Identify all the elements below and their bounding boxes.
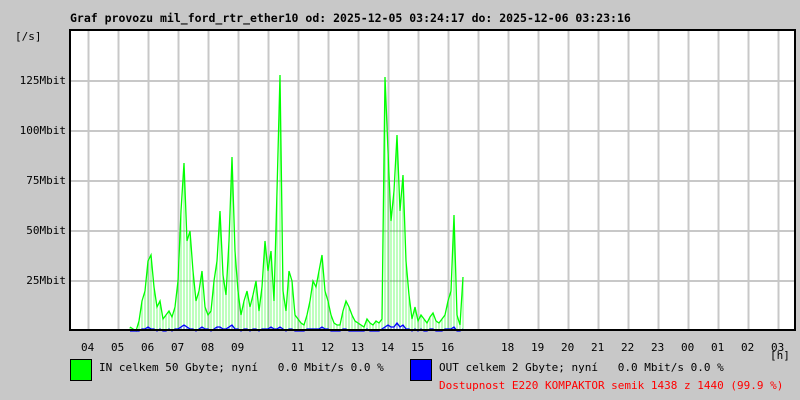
y-tick-label: 125Mbit: [19, 74, 66, 87]
x-tick-label: 01: [711, 341, 725, 354]
x-tick-label: 04: [81, 341, 95, 354]
x-tick-label: 21: [591, 341, 605, 354]
y-tick-label: 50Mbit: [26, 224, 66, 237]
x-tick-label: 02: [741, 341, 755, 354]
x-tick-label: 05: [111, 341, 125, 354]
availability-text: Dostupnost E220 KOMPAKTOR semik 1438 z 1…: [439, 379, 784, 392]
traffic-graph: Graf provozu mil_ford_rtr_ether10 od: 20…: [0, 0, 800, 400]
y-tick-label: 75Mbit: [26, 174, 66, 187]
x-tick-label: 22: [621, 341, 635, 354]
x-tick-label: 20: [561, 341, 575, 354]
x-tick-label: 12: [321, 341, 335, 354]
x-tick-label: 18: [501, 341, 515, 354]
x-axis-unit: [h]: [770, 349, 790, 362]
legend-in-swatch: [70, 359, 92, 381]
x-tick-label: 16: [441, 341, 455, 354]
x-tick-label: 11: [291, 341, 305, 354]
x-tick-label: 15: [411, 341, 425, 354]
x-tick-label: 19: [531, 341, 545, 354]
x-tick-label: 06: [141, 341, 155, 354]
legend-in-text: IN celkem 50 Gbyte; nyní 0.0 Mbit/s 0.0 …: [99, 361, 384, 374]
chart-plot: [69, 29, 796, 333]
y-tick-label: 100Mbit: [19, 124, 66, 137]
legend-out-text: OUT celkem 2 Gbyte; nyní 0.0 Mbit/s 0.0 …: [439, 361, 724, 374]
x-tick-label: 14: [381, 341, 395, 354]
y-tick-label: 25Mbit: [26, 274, 66, 287]
x-tick-label: 00: [681, 341, 695, 354]
x-tick-label: 08: [201, 341, 215, 354]
x-tick-label: 07: [171, 341, 185, 354]
x-tick-label: 09: [231, 341, 245, 354]
x-tick-label: 23: [651, 341, 665, 354]
legend-out-swatch: [410, 359, 432, 381]
x-tick-label: 13: [351, 341, 365, 354]
